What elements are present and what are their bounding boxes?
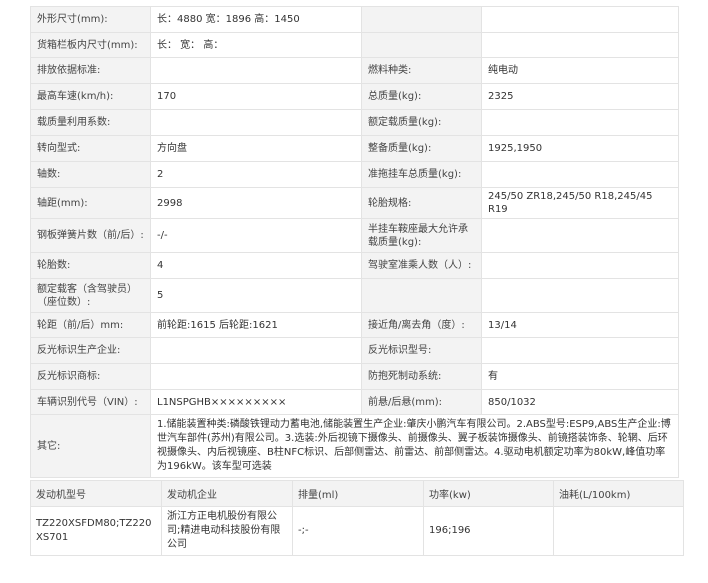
spec-value: 1925,1950 xyxy=(481,135,679,162)
spec-row: 货箱栏板内尺寸(mm): 长： 宽： 高： xyxy=(30,32,679,58)
engine-header-displacement: 排量(ml) xyxy=(292,480,424,507)
spec-label xyxy=(361,32,482,58)
spec-row: 额定载客（含驾驶员）（座位数）: 5 xyxy=(30,278,679,313)
spec-label: 轴距(mm): xyxy=(30,187,151,219)
engine-row: TZ220XSFDM80;TZ220XS701 浙江方正电机股份有限公司;精进电… xyxy=(30,506,684,556)
spec-value xyxy=(150,109,362,136)
spec-label: 转向型式: xyxy=(30,135,151,162)
engine-company: 浙江方正电机股份有限公司;精进电动科技股份有限公司 xyxy=(161,506,293,556)
spec-row: 车辆识别代号（VIN）: L1NSPGHB××××××××× 前悬/后悬(mm): 8… xyxy=(30,389,679,415)
spec-row: 轴数: 2 准拖挂车总质量(kg): xyxy=(30,161,679,188)
spec-row: 轮距（前/后）mm: 前轮距:1615 后轮距:1621 接近角/离去角（度）: 13… xyxy=(30,312,679,338)
spec-label xyxy=(361,278,482,313)
spec-value: 方向盘 xyxy=(150,135,362,162)
spec-label: 半挂车鞍座最大允许承载质量(kg): xyxy=(361,218,482,253)
engine-header-fuel: 油耗(L/100km) xyxy=(553,480,684,507)
spec-label: 防抱死制动系统: xyxy=(361,363,482,390)
engine-power: 196;196 xyxy=(423,506,554,556)
spec-label: 货箱栏板内尺寸(mm): xyxy=(30,32,151,58)
other-notes: 1.储能装置种类:磷酸铁锂动力蓄电池,储能装置生产企业:肇庆小鹏汽车有限公司。2… xyxy=(150,414,679,478)
spec-value: 4 xyxy=(150,252,362,279)
spec-value: 2325 xyxy=(481,83,679,110)
spec-value xyxy=(481,337,679,364)
engine-header-model: 发动机型号 xyxy=(30,480,162,507)
spec-value xyxy=(481,252,679,279)
spec-label: 反光标识型号: xyxy=(361,337,482,364)
spec-label: 最高车速(km/h): xyxy=(30,83,151,110)
spec-label: 反光标识生产企业: xyxy=(30,337,151,364)
spec-value xyxy=(150,337,362,364)
spec-label: 驾驶室准乘人数（人）: xyxy=(361,252,482,279)
spec-label: 轮胎数: xyxy=(30,252,151,279)
spec-value: 有 xyxy=(481,363,679,390)
spec-value xyxy=(481,109,679,136)
spec-value xyxy=(481,278,679,313)
spec-value: 850/1032 xyxy=(481,389,679,415)
engine-fuel xyxy=(553,506,684,556)
spec-value: 纯电动 xyxy=(481,57,679,84)
spec-row: 轮胎数: 4 驾驶室准乘人数（人）: xyxy=(30,252,679,279)
spec-row: 钢板弹簧片数（前/后）: -/- 半挂车鞍座最大允许承载质量(kg): xyxy=(30,218,679,253)
spec-value: 前轮距:1615 后轮距:1621 xyxy=(150,312,362,338)
spec-value xyxy=(481,32,679,58)
spec-label: 排放依据标准: xyxy=(30,57,151,84)
spec-label: 钢板弹簧片数（前/后）: xyxy=(30,218,151,253)
spec-value: 长：4880 宽：1896 高：1450 xyxy=(150,6,362,33)
spec-label xyxy=(361,6,482,33)
spec-table: 外形尺寸(mm): 长：4880 宽：1896 高：1450 货箱栏板内尺寸(mm)… xyxy=(30,6,679,478)
spec-value xyxy=(481,6,679,33)
spec-label: 轴数: xyxy=(30,161,151,188)
spec-label: 外形尺寸(mm): xyxy=(30,6,151,33)
engine-table: 发动机型号 发动机企业 排量(ml) 功率(kw) 油耗(L/100km) TZ… xyxy=(30,480,684,556)
spec-row: 转向型式: 方向盘 整备质量(kg): 1925,1950 xyxy=(30,135,679,162)
spec-value xyxy=(481,161,679,188)
spec-row-other: 其它: 1.储能装置种类:磷酸铁锂动力蓄电池,储能装置生产企业:肇庆小鹏汽车有限公… xyxy=(30,414,679,478)
spec-row: 轴距(mm): 2998 轮胎规格: 245/50 ZR18,245/50 R18,2… xyxy=(30,187,679,219)
spec-label: 燃料种类: xyxy=(361,57,482,84)
spec-row: 反光标识生产企业: 反光标识型号: xyxy=(30,337,679,364)
spec-row: 最高车速(km/h): 170 总质量(kg): 2325 xyxy=(30,83,679,110)
spec-label: 额定载质量(kg): xyxy=(361,109,482,136)
spec-value: L1NSPGHB××××××××× xyxy=(150,389,362,415)
spec-label: 总质量(kg): xyxy=(361,83,482,110)
engine-header-company: 发动机企业 xyxy=(161,480,293,507)
engine-displacement: -;- xyxy=(292,506,424,556)
engine-model: TZ220XSFDM80;TZ220XS701 xyxy=(30,506,162,556)
spec-label: 额定载客（含驾驶员）（座位数）: xyxy=(30,278,151,313)
spec-row: 外形尺寸(mm): 长：4880 宽：1896 高：1450 xyxy=(30,6,679,33)
spec-value: 170 xyxy=(150,83,362,110)
spec-label: 车辆识别代号（VIN）: xyxy=(30,389,151,415)
engine-header-row: 发动机型号 发动机企业 排量(ml) 功率(kw) 油耗(L/100km) xyxy=(30,480,684,507)
spec-value: 13/14 xyxy=(481,312,679,338)
spec-label: 反光标识商标: xyxy=(30,363,151,390)
spec-label: 接近角/离去角（度）: xyxy=(361,312,482,338)
spec-value: 长： 宽： 高： xyxy=(150,32,362,58)
spec-value xyxy=(150,57,362,84)
spec-label: 轮距（前/后）mm: xyxy=(30,312,151,338)
other-label: 其它: xyxy=(30,414,151,478)
spec-value: 5 xyxy=(150,278,362,313)
spec-row: 排放依据标准: 燃料种类: 纯电动 xyxy=(30,57,679,84)
spec-row: 反光标识商标: 防抱死制动系统: 有 xyxy=(30,363,679,390)
spec-label: 整备质量(kg): xyxy=(361,135,482,162)
spec-row: 载质量利用系数: 额定载质量(kg): xyxy=(30,109,679,136)
spec-value: -/- xyxy=(150,218,362,253)
spec-value: 245/50 ZR18,245/50 R18,245/45 R19 xyxy=(481,187,679,219)
spec-label: 前悬/后悬(mm): xyxy=(361,389,482,415)
spec-value: 2998 xyxy=(150,187,362,219)
spec-value xyxy=(150,363,362,390)
spec-label: 轮胎规格: xyxy=(361,187,482,219)
spec-value: 2 xyxy=(150,161,362,188)
spec-label: 载质量利用系数: xyxy=(30,109,151,136)
spec-label: 准拖挂车总质量(kg): xyxy=(361,161,482,188)
engine-header-power: 功率(kw) xyxy=(423,480,554,507)
spec-value xyxy=(481,218,679,253)
